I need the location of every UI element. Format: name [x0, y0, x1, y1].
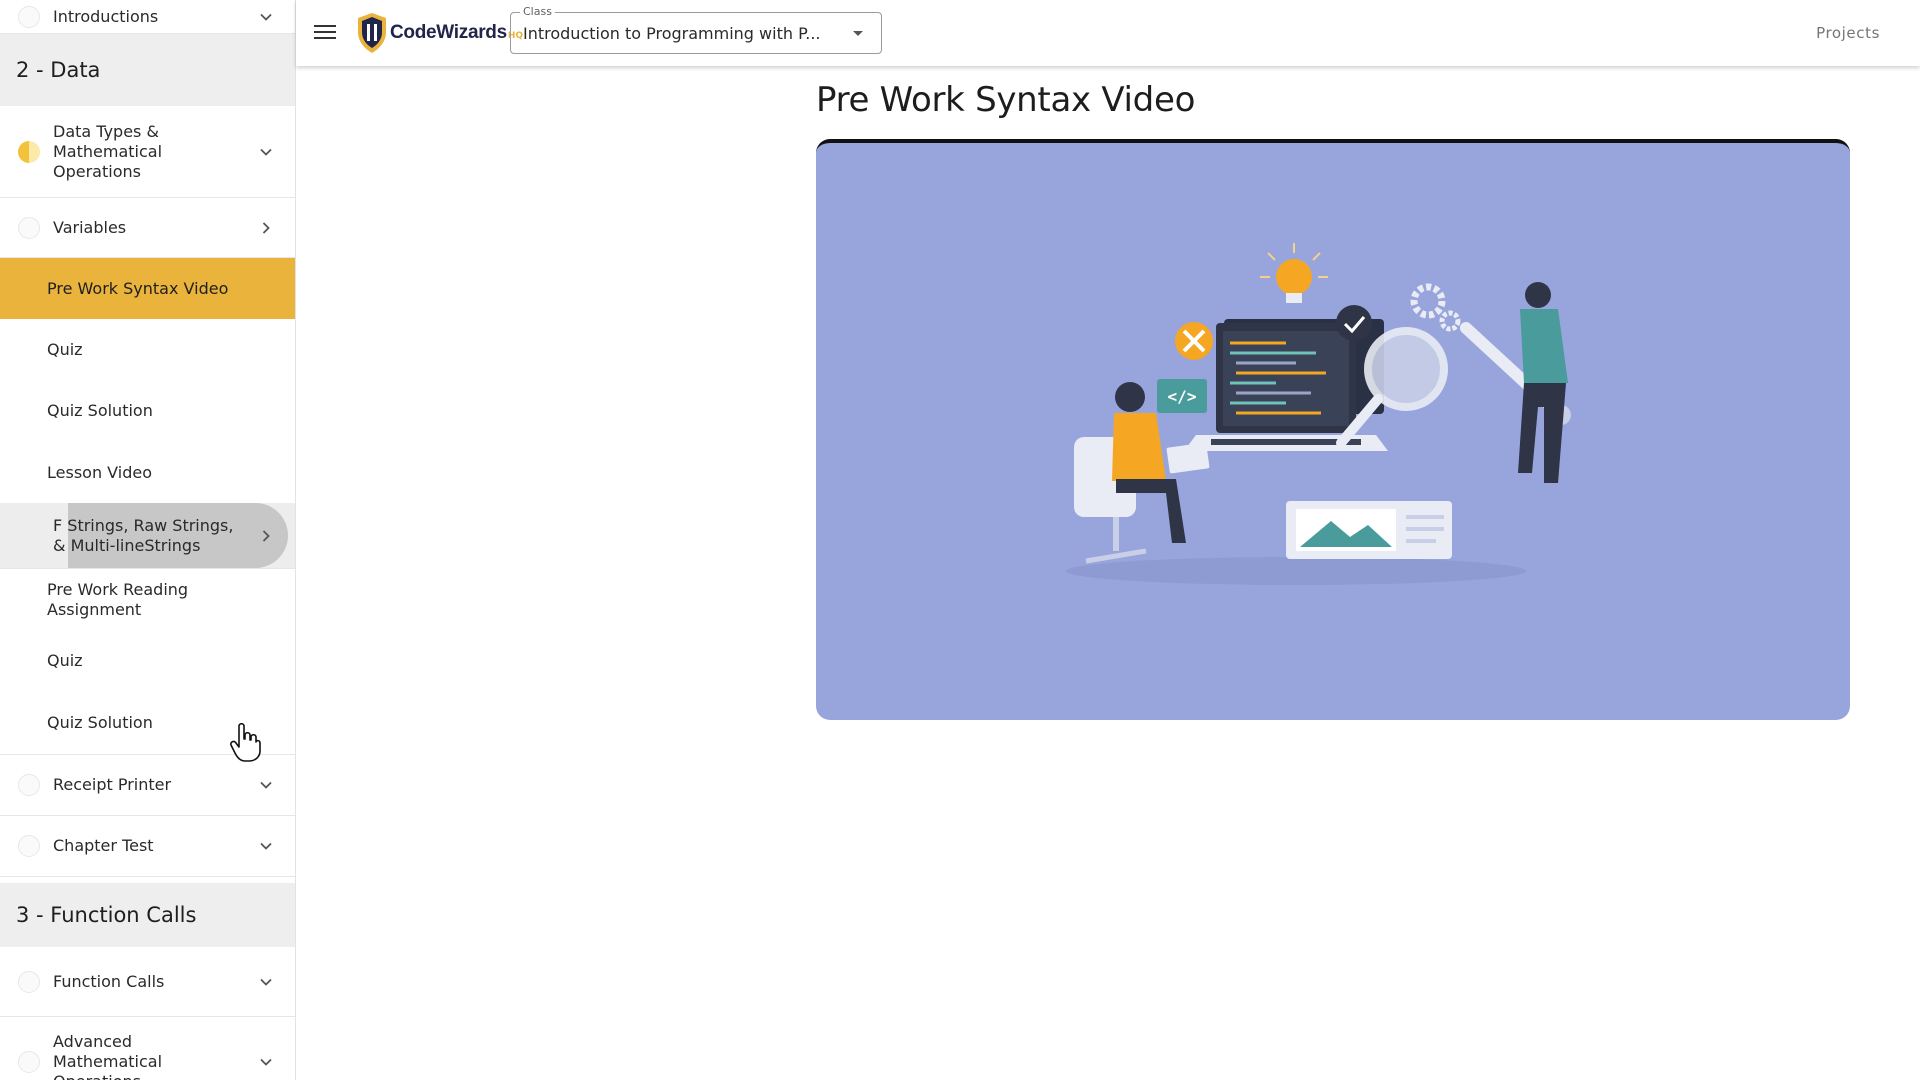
- sidebar-item-label: Receipt Printer: [53, 775, 172, 794]
- class-select[interactable]: Class Introduction to Programming with P…: [510, 5, 882, 54]
- chevron-right-icon: [259, 221, 273, 235]
- hamburger-icon[interactable]: [314, 21, 336, 43]
- chevron-down-icon: [259, 1055, 273, 1069]
- chevron-down-icon: [259, 975, 273, 989]
- dropdown-caret-icon: [853, 31, 863, 36]
- progress-status-icon: [18, 216, 40, 239]
- chevron-down-icon: [259, 778, 273, 792]
- chevron-down-icon: [259, 145, 273, 159]
- lesson-item-label: Pre Work Syntax Video: [47, 278, 229, 298]
- coding-illustration: </>: [1066, 243, 1571, 585]
- lesson-item-label: Pre Work Reading Assignment: [47, 579, 189, 619]
- lesson-item-label: Quiz: [47, 650, 83, 670]
- lesson-item-label: Quiz Solution: [47, 401, 153, 420]
- sidebar-item-introductions[interactable]: Introductions: [0, 0, 295, 34]
- sidebar-item-label: F Strings, Raw Strings, & Multi-lineStri…: [53, 515, 234, 555]
- codewizards-logo[interactable]: CodeWizards HQ: [356, 10, 523, 56]
- sidebar-item-advanced-math[interactable]: Advanced Mathematical Operations: [0, 1017, 295, 1080]
- code-tag-label: </>: [1168, 387, 1197, 406]
- sidebar-item-label: Advanced Mathematical Operations: [53, 1031, 163, 1080]
- top-app-bar: CodeWizards HQ Class Introduction to Pro…: [296, 0, 1920, 66]
- section-title: 3 - Function Calls: [16, 903, 197, 927]
- lesson-item-quiz-solution[interactable]: Quiz Solution: [0, 380, 295, 442]
- lesson-item-lesson-video[interactable]: Lesson Video: [0, 442, 295, 503]
- sidebar-item-chapter-test[interactable]: Chapter Test: [0, 816, 295, 877]
- shield-logo-icon: [358, 13, 386, 53]
- section-header-function-calls: 3 - Function Calls: [0, 883, 295, 947]
- sidebar-item-label: Introductions: [53, 6, 159, 26]
- progress-status-icon: [18, 1050, 40, 1073]
- sidebar-item-receipt-printer[interactable]: Receipt Printer: [0, 755, 295, 816]
- sidebar-item-data-types[interactable]: Data Types & Mathematical Operations: [0, 106, 295, 198]
- sidebar-item-label: Data Types & Mathematical Operations: [53, 121, 163, 181]
- class-select-value: Introduction to Programming with P...: [523, 24, 821, 43]
- sidebar-item-f-strings[interactable]: F Strings, Raw Strings, & Multi-lineStri…: [0, 503, 295, 569]
- lesson-item-label: Quiz Solution: [47, 712, 153, 732]
- sidebar-item-label: Chapter Test: [53, 836, 154, 855]
- section-title: 2 - Data: [16, 58, 101, 82]
- lesson-item-label: Lesson Video: [47, 462, 152, 482]
- progress-status-icon: [18, 774, 40, 796]
- sidebar-item-variables[interactable]: Variables: [0, 198, 295, 258]
- lesson-item-quiz[interactable]: Quiz: [0, 630, 295, 691]
- lesson-item-pre-work-reading-assignment[interactable]: Pre Work Reading Assignment: [0, 569, 295, 630]
- section-header-data: 2 - Data: [0, 34, 295, 106]
- progress-status-icon: [18, 835, 40, 857]
- logo-text: CodeWizards: [390, 22, 507, 43]
- sidebar: Introductions 2 - Data Data Types & Math…: [0, 0, 296, 1080]
- video-player[interactable]: </>: [816, 139, 1850, 720]
- progress-half-icon: [18, 140, 40, 163]
- sidebar-item-label: Function Calls: [53, 971, 165, 991]
- lesson-item-quiz[interactable]: Quiz: [0, 319, 295, 380]
- lesson-item-pre-work-syntax-video[interactable]: Pre Work Syntax Video: [0, 258, 295, 319]
- chevron-down-icon: [259, 10, 273, 24]
- projects-link[interactable]: Projects: [1816, 24, 1880, 42]
- class-select-label: Class: [520, 5, 555, 18]
- sidebar-item-label: Variables: [53, 217, 127, 237]
- chevron-down-icon: [259, 839, 273, 853]
- progress-status-icon: [18, 5, 40, 28]
- lesson-item-label: Quiz: [47, 339, 83, 359]
- sidebar-item-function-calls[interactable]: Function Calls: [0, 947, 295, 1017]
- progress-status-icon: [18, 970, 40, 993]
- chevron-right-icon: [259, 529, 273, 543]
- lesson-item-quiz-solution[interactable]: Quiz Solution: [0, 691, 295, 755]
- page-title: Pre Work Syntax Video: [816, 80, 1196, 120]
